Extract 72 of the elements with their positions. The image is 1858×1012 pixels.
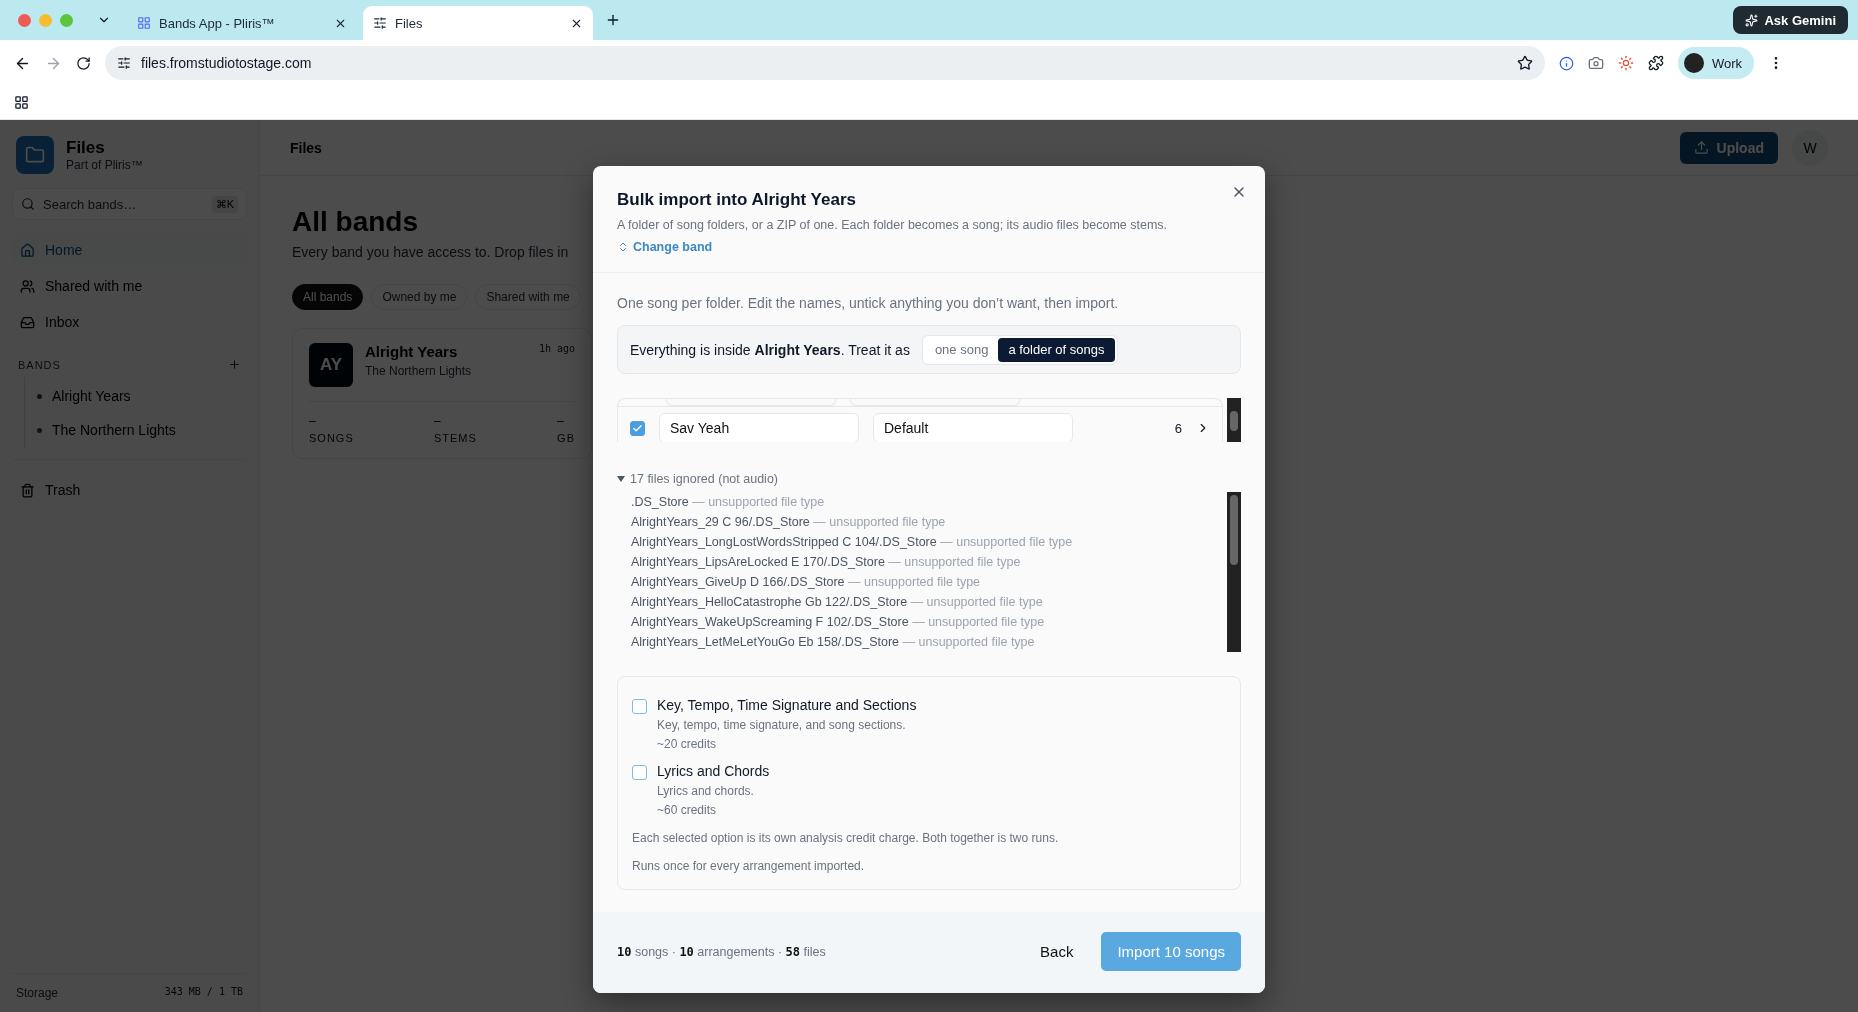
new-tab-icon[interactable]: [605, 12, 621, 28]
extensions-icon[interactable]: [1648, 55, 1664, 71]
back-button[interactable]: Back: [1028, 935, 1086, 968]
storage-label: Storage: [16, 986, 59, 1000]
bookmark-star-icon[interactable]: [1517, 55, 1533, 71]
sun-icon[interactable]: [1618, 55, 1634, 71]
address-bar[interactable]: files.fromstudiotostage.com: [105, 46, 1545, 80]
stat-value: –: [557, 414, 565, 428]
option-title: Lyrics and Chords: [657, 763, 770, 779]
stat-label: SONGS: [309, 432, 354, 444]
sparkle-icon: [1745, 13, 1759, 27]
camera-icon[interactable]: [1588, 55, 1604, 71]
song-name-field[interactable]: Sav Yeah: [659, 413, 859, 442]
import-button[interactable]: Import 10 songs: [1101, 932, 1241, 971]
ignored-file: .DS_Store — unsupported file type: [631, 494, 826, 511]
instructions: One song per folder. Edit the names, untick anything you don’t want, then import.: [617, 295, 1120, 311]
ignored-file: AlrightYears_WakeUpScreaming F 102/.DS_Store — unsupported file type: [631, 614, 1046, 631]
ignored-file: AlrightYears_LongLostWordsStripped C 104/.DS_Store — unsupported file type: [631, 534, 1074, 551]
mode-option[interactable]: a folder of songs: [998, 337, 1115, 362]
band-name: Alright Years: [365, 343, 459, 360]
browser-tab[interactable]: Bands App - Pliris™: [127, 6, 357, 40]
option-checkbox[interactable]: [632, 765, 647, 780]
page-icon: [373, 16, 387, 30]
option-title: Key, Tempo, Time Signature and Sections: [657, 697, 917, 713]
song-checkbox[interactable]: [630, 420, 645, 436]
app-subtitle: Part of Pliris™: [66, 158, 143, 172]
browser-tab[interactable]: Files: [363, 6, 593, 40]
stat-value: –: [309, 414, 317, 428]
app-title: Files: [66, 138, 106, 158]
up-down-chevron-icon: [617, 241, 629, 253]
note-text: Runs once for every arrangement imported.: [632, 859, 866, 873]
ask-gemini-button[interactable]: Ask Gemini: [1733, 6, 1848, 34]
apps-icon[interactable]: [14, 95, 29, 110]
option-credits: ~20 credits: [657, 737, 718, 751]
option-description: Key, tempo, time signature, and song sections.: [657, 718, 907, 732]
profile-button[interactable]: Work: [1678, 47, 1755, 79]
mode-option[interactable]: one song: [924, 337, 999, 362]
ignored-files-toggle[interactable]: 17 files ignored (not audio): [617, 472, 1241, 486]
page-title: Files: [290, 139, 322, 156]
close-window-button[interactable]: [18, 13, 31, 27]
stat-value: –: [433, 414, 442, 428]
ignored-file: AlrightYears_LetMeLetYouGo Eb 158/.DS_Store — unsupported file type: [631, 634, 1036, 651]
band-subtitle: The Northern Lights: [365, 364, 473, 378]
change-band-link[interactable]: Change band: [617, 240, 713, 254]
option-description: Lyrics and chords.: [657, 784, 755, 798]
check-icon: [632, 422, 643, 434]
stat-label: STEMS: [433, 432, 477, 444]
dialog-title: Bulk import into Alright Years: [617, 190, 857, 210]
file-count: 6: [1174, 420, 1182, 436]
scrollbar[interactable]: [1227, 492, 1241, 652]
scrollbar[interactable]: [1227, 398, 1241, 442]
option-checkbox[interactable]: [632, 699, 647, 714]
import-summary: 10 songs · 10 arrangements · 58 files: [617, 944, 827, 959]
treat-as-text: Everything is inside Alright Years. Treat it as: [630, 341, 910, 358]
ignored-file: AlrightYears_HelloCatastrophe Gb 122/.DS_Store — unsupported file type: [631, 594, 1044, 611]
ignored-file: AlrightYears_LipsAreLocked E 170/.DS_Store — unsupported file type: [631, 554, 1022, 571]
subtitle: Every band you have access to. Drop files in: [292, 244, 569, 260]
heading: All bands: [292, 206, 418, 238]
note-text: Each selected option is its own analysis credit charge. Both together is two runs.: [632, 831, 1060, 845]
dialog-description: A folder of song folders, or a ZIP of one. Each folder becomes a song; its audio files become stems.: [617, 218, 1169, 232]
timestamp: 1h ago: [538, 343, 575, 354]
option-credits: ~60 credits: [657, 803, 718, 817]
section-heading: BANDS: [18, 358, 61, 371]
ignored-file: AlrightYears_GiveUp D 166/.DS_Store — unsupported file type: [631, 574, 982, 591]
storage-value: 343 MB / 1 TB: [164, 986, 243, 999]
arrangement-field[interactable]: Default: [873, 413, 1073, 442]
app-icon: [137, 16, 151, 30]
info-icon[interactable]: [1559, 55, 1574, 71]
site-settings-icon[interactable]: [117, 56, 131, 70]
reload-icon[interactable]: [76, 55, 91, 71]
stat-label: GB: [557, 432, 575, 444]
ignored-file: AlrightYears_29 C 96/.DS_Store — unsupported file type: [631, 514, 947, 531]
